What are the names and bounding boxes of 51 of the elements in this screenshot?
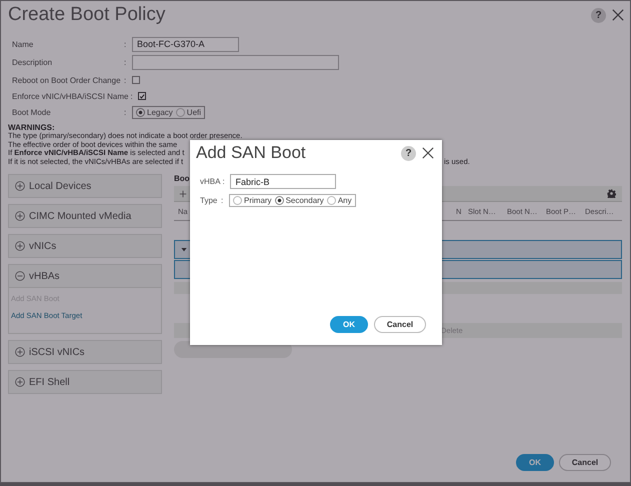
plus-circle-icon <box>15 377 25 387</box>
caret-icon[interactable] <box>181 247 187 252</box>
accordion-header[interactable]: iSCSI vNICs <box>8 340 162 364</box>
colon: : <box>130 92 134 100</box>
ok-button[interactable]: OK <box>516 454 554 471</box>
dialog-title: Create Boot Policy <box>8 4 166 26</box>
radio-option[interactable]: Any <box>326 196 352 205</box>
cancel-button[interactable]: Cancel <box>374 316 426 333</box>
text-field[interactable]: Boot-FC-G370-A <box>132 36 239 52</box>
radio-option[interactable]: Uefi <box>176 108 202 116</box>
field-label: Name <box>12 40 34 48</box>
accordion-header[interactable]: vHBAs <box>8 264 162 288</box>
checkbox[interactable] <box>138 92 146 100</box>
radio-option[interactable]: Legacy <box>136 108 173 116</box>
settings-icon[interactable] <box>607 189 616 198</box>
field-label: Boot Mode <box>12 108 52 116</box>
plus-circle-icon <box>15 347 25 357</box>
ok-button[interactable]: OK <box>330 316 368 333</box>
cancel-button[interactable]: Cancel <box>559 454 611 471</box>
modal-title: Add SAN Boot <box>196 143 306 163</box>
accordion-header[interactable]: CIMC Mounted vMedia <box>8 204 162 228</box>
section-heading: Boo <box>174 174 190 185</box>
field-label: Type <box>200 196 218 205</box>
text-field[interactable] <box>132 54 339 70</box>
colon: : <box>124 108 128 116</box>
close-icon[interactable] <box>422 147 434 159</box>
minus-circle-icon <box>15 271 25 281</box>
colon: : <box>124 76 128 84</box>
warnings-heading: WARNINGS: <box>8 123 56 132</box>
close-icon[interactable] <box>612 9 624 21</box>
radio-option[interactable]: Primary <box>233 196 272 205</box>
field-label: Enforce vNIC/vHBA/iSCSI Name <box>12 92 128 100</box>
checkbox[interactable] <box>132 76 140 84</box>
text-field[interactable]: Fabric-B <box>230 174 336 189</box>
accordion-header[interactable]: EFI Shell <box>8 370 162 394</box>
accordion-header[interactable]: vNICs <box>8 234 162 258</box>
field-label: vHBA <box>200 177 220 186</box>
colon: : <box>124 58 128 66</box>
plus-circle-icon <box>15 241 25 251</box>
colon: : <box>221 196 224 205</box>
colon: : <box>124 40 128 48</box>
plus-circle-icon <box>15 181 25 191</box>
plus-circle-icon <box>15 211 25 221</box>
field-label: Reboot on Boot Order Change <box>12 76 122 84</box>
colon: : <box>222 177 226 186</box>
accordion-header[interactable]: Local Devices <box>8 174 162 198</box>
help-icon[interactable]: ? <box>401 146 416 160</box>
field-label: Description <box>12 58 54 66</box>
plus-icon[interactable] <box>179 190 187 198</box>
radio-option[interactable]: Secondary <box>274 196 324 205</box>
help-icon[interactable]: ? <box>591 8 606 22</box>
